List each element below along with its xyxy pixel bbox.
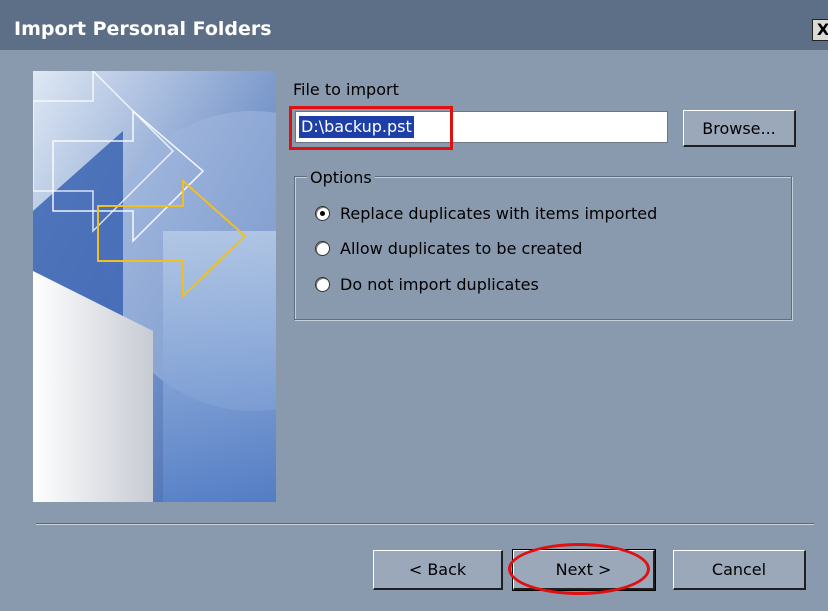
import-personal-folders-dialog: Import Personal Folders X File to import… bbox=[0, 0, 828, 611]
wizard-banner-image bbox=[33, 71, 276, 502]
radio-unchecked-icon[interactable] bbox=[315, 276, 330, 292]
close-icon: X bbox=[816, 20, 828, 39]
title-bar: Import Personal Folders X bbox=[0, 0, 828, 50]
file-path-highlight bbox=[289, 106, 453, 150]
radio-unchecked-icon[interactable] bbox=[315, 240, 330, 256]
next-button-highlight bbox=[508, 543, 650, 595]
window-title: Import Personal Folders bbox=[14, 18, 272, 40]
close-button[interactable]: X bbox=[812, 19, 828, 41]
radio-label: Do not import duplicates bbox=[340, 274, 539, 294]
file-to-import-label: File to import bbox=[293, 80, 399, 99]
radio-do-not-import-duplicates[interactable]: Do not import duplicates bbox=[315, 272, 539, 296]
radio-replace-duplicates[interactable]: Replace duplicates with items imported bbox=[315, 201, 657, 225]
footer-separator bbox=[36, 523, 814, 525]
arrows-illustration-icon bbox=[33, 71, 276, 502]
browse-button[interactable]: Browse... bbox=[683, 110, 796, 147]
options-legend: Options bbox=[307, 168, 375, 187]
back-button[interactable]: < Back bbox=[373, 550, 503, 590]
radio-label: Replace duplicates with items imported bbox=[340, 203, 658, 223]
radio-allow-duplicates[interactable]: Allow duplicates to be created bbox=[315, 236, 582, 260]
radio-checked-icon[interactable] bbox=[315, 205, 330, 221]
cancel-button[interactable]: Cancel bbox=[673, 550, 806, 590]
radio-label: Allow duplicates to be created bbox=[340, 238, 583, 258]
